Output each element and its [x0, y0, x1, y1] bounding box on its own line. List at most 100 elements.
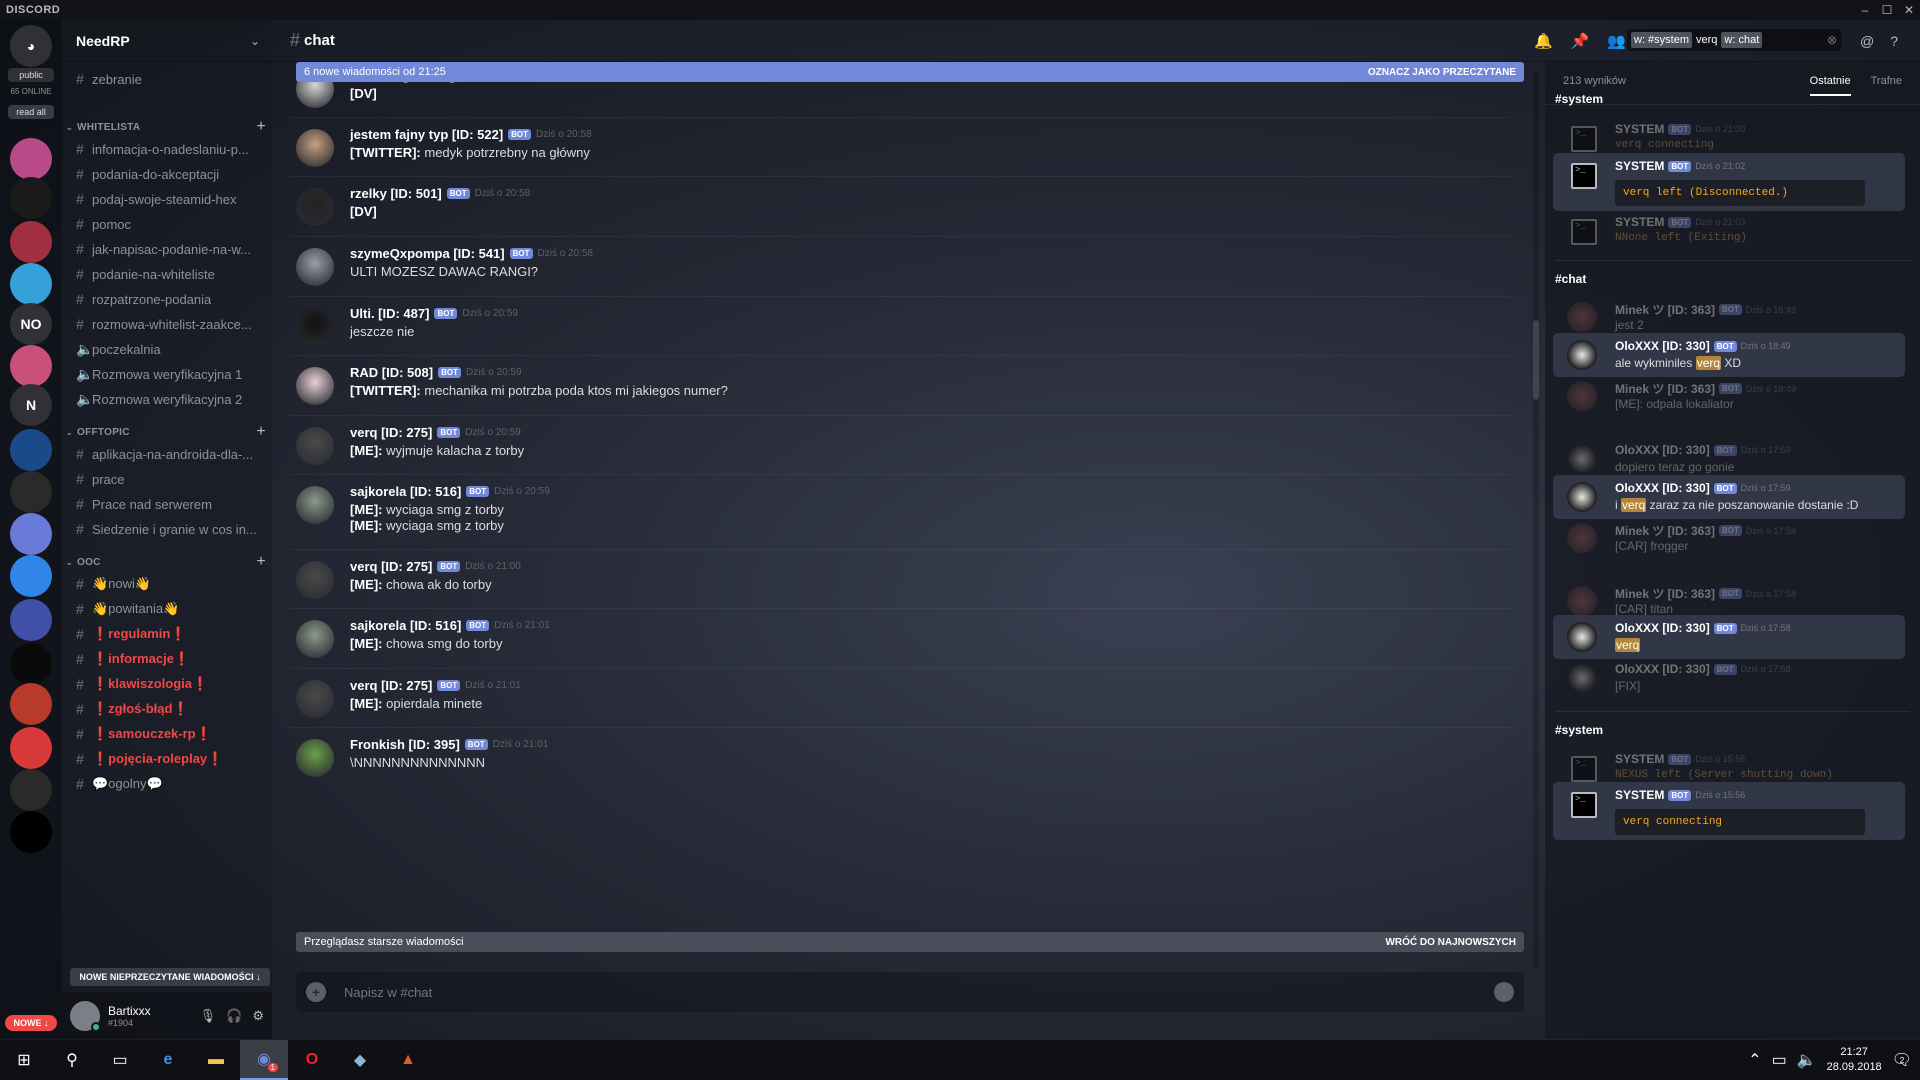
avatar[interactable] [70, 1000, 101, 1032]
result-channel-heading[interactable]: #system [1555, 92, 1603, 106]
avatar[interactable] [296, 561, 334, 599]
channel-item[interactable]: # ❗pojęcia-roleplay❗ [76, 748, 266, 770]
server-icon[interactable] [10, 513, 52, 555]
tab-recent[interactable]: Ostatnie [1809, 75, 1851, 96]
app-icon[interactable]: ◆ [336, 1040, 384, 1080]
microphone-icon[interactable]: 🎙 [200, 1008, 217, 1024]
channel-item[interactable]: # pomoc [76, 213, 266, 235]
headphones-icon[interactable]: 🎧 [226, 1008, 242, 1024]
avatar[interactable] [296, 248, 334, 286]
message-author[interactable]: RAD [ID: 508] [350, 365, 433, 380]
add-channel-icon[interactable]: + [256, 423, 266, 441]
server-icon[interactable] [10, 221, 52, 263]
message-author[interactable]: verq [ID: 275] [350, 678, 432, 693]
channel-item[interactable]: # ❗klawiszologia❗ [76, 673, 266, 695]
result-author[interactable]: SYSTEM [1615, 159, 1664, 173]
server-icon[interactable] [10, 683, 52, 725]
result-author[interactable]: SYSTEM [1615, 788, 1664, 802]
avatar[interactable] [1567, 444, 1597, 474]
result-author[interactable]: OloXXX [ID: 330] [1615, 339, 1710, 353]
upload-plus-icon[interactable]: + [306, 982, 326, 1002]
channel-item[interactable]: 🔈 poczekalnia [76, 338, 266, 360]
chevron-up-icon[interactable]: ⌃ [1748, 1050, 1761, 1070]
notification-icon[interactable]: 🗨 2 [1892, 1050, 1912, 1070]
server-icon[interactable] [10, 727, 52, 769]
result-author[interactable]: Minek ツ [ID: 363] [1615, 522, 1715, 539]
channel-item[interactable]: # infomacja-o-nadeslaniu-p... [76, 138, 266, 160]
clear-search-icon[interactable]: ⊗ [1827, 33, 1837, 47]
message-author[interactable]: verq [ID: 275] [350, 425, 432, 440]
result-author[interactable]: Minek ツ [ID: 363] [1615, 380, 1715, 397]
server-icon[interactable] [10, 263, 52, 305]
result-author[interactable]: SYSTEM [1615, 752, 1664, 766]
close-icon[interactable]: ✕ [1898, 0, 1920, 20]
message-author[interactable]: rzelky [ID: 501] [350, 186, 442, 201]
network-icon[interactable]: ▭ [1772, 1050, 1787, 1070]
read-all-button[interactable]: read all [8, 105, 54, 119]
channel-item[interactable]: # rozmowa-whitelist-zaakce... [76, 313, 266, 335]
avatar[interactable] [1567, 663, 1597, 693]
avatar[interactable] [1567, 622, 1597, 652]
channel-item[interactable]: # ❗regulamin❗ [76, 623, 266, 645]
avatar[interactable] [1567, 482, 1597, 512]
server-icon[interactable] [10, 811, 52, 853]
channel-item[interactable]: # ❗zgłoś-błąd❗ [76, 698, 266, 720]
avatar[interactable] [296, 367, 334, 405]
channel-item[interactable]: 🔈 Rozmowa weryfikacyjna 1 [76, 363, 266, 385]
category-header[interactable]: ⌄ OFFTOPIC + [66, 423, 266, 441]
scrollbar[interactable] [1533, 70, 1539, 970]
message-author[interactable]: sajkorela [ID: 516] [350, 618, 461, 633]
result-author[interactable]: OloXXX [ID: 330] [1615, 621, 1710, 635]
task-view-icon[interactable]: ▭ [96, 1040, 144, 1080]
bell-icon[interactable]: 🔔 [1534, 32, 1553, 50]
scrollbar-thumb[interactable] [1533, 320, 1539, 400]
message-author[interactable]: verq [ID: 275] [350, 559, 432, 574]
server-header[interactable]: NeedRP ⌄ [62, 20, 272, 62]
mark-as-read-button[interactable]: OZNACZ JAKO PRZECZYTANE [1368, 67, 1516, 78]
result-author[interactable]: SYSTEM [1615, 122, 1664, 136]
unread-messages-banner[interactable]: NOWE NIEPRZECZYTANE WIADOMOŚCI ↓ [70, 968, 270, 986]
volume-icon[interactable]: 🔈 [1797, 1050, 1817, 1070]
new-messages-banner[interactable]: 6 nowe wiadomości od 21:25 OZNACZ JAKO P… [296, 62, 1524, 82]
category-header[interactable]: ⌄ OOC + [66, 553, 266, 571]
result-author[interactable]: OloXXX [ID: 330] [1615, 662, 1710, 676]
server-icon[interactable] [10, 471, 52, 513]
channel-item[interactable]: # jak-napisac-podanie-na-w... [76, 238, 266, 260]
start-icon[interactable]: ⊞ [0, 1040, 48, 1080]
search-result[interactable]: >_ SYSTEM BOT Dziś o 15:56 verq connecting [1553, 782, 1905, 840]
message-author[interactable]: sajkorela [ID: 516] [350, 484, 461, 499]
channel-item[interactable]: # Prace nad serwerem [76, 493, 266, 515]
new-unreads-pill[interactable]: NOWE ↓ [5, 1015, 57, 1031]
message-author[interactable]: jestem fajny typ [ID: 522] [350, 127, 503, 142]
result-author[interactable]: OloXXX [ID: 330] [1615, 443, 1710, 457]
message-author[interactable]: Ulti. [ID: 487] [350, 306, 429, 321]
category-header[interactable]: ⌄ WHITELISTA + [66, 118, 266, 136]
avatar[interactable] [1567, 523, 1597, 553]
channel-item[interactable]: # prace [76, 468, 266, 490]
channel-item[interactable]: 🔈 Rozmowa weryfikacyjna 2 [76, 388, 266, 410]
settings-gear-icon[interactable]: ⚙ [252, 1008, 264, 1024]
server-icon[interactable] [10, 429, 52, 471]
add-channel-icon[interactable]: + [256, 553, 266, 571]
channel-item[interactable]: # 💬ogolny💬 [76, 773, 266, 795]
pin-icon[interactable]: 📌 [1571, 32, 1590, 50]
avatar[interactable] [296, 680, 334, 718]
help-icon[interactable]: ? [1890, 33, 1898, 49]
result-author[interactable]: Minek ツ [ID: 363] [1615, 585, 1715, 602]
avatar[interactable] [1567, 340, 1597, 370]
server-icon[interactable] [10, 345, 52, 387]
channel-item[interactable]: # Siedzenie i granie w cos in... [76, 518, 266, 540]
message-author[interactable]: szymeQxpompa [ID: 541] [350, 246, 505, 261]
message-author[interactable]: Fronkish [ID: 395] [350, 737, 460, 752]
channel-item[interactable]: # ❗informacje❗ [76, 648, 266, 670]
search-icon[interactable]: ⚲ [48, 1040, 96, 1080]
message-input[interactable]: Napisz w #chat [344, 985, 432, 1000]
tab-relevant[interactable]: Trafne [1871, 75, 1902, 96]
search-result[interactable]: OloXXX [ID: 330] BOT Dziś o 17:59 i verq za… [1553, 475, 1905, 519]
server-icon[interactable]: NO [10, 303, 52, 345]
opera-icon[interactable]: O [288, 1040, 336, 1080]
jump-to-present-button[interactable]: WRÓĆ DO NAJNOWSZYCH [1385, 937, 1516, 948]
avatar[interactable] [296, 739, 334, 777]
channel-item[interactable]: # 👋nowi👋 [76, 573, 266, 595]
server-icon[interactable] [10, 643, 52, 685]
